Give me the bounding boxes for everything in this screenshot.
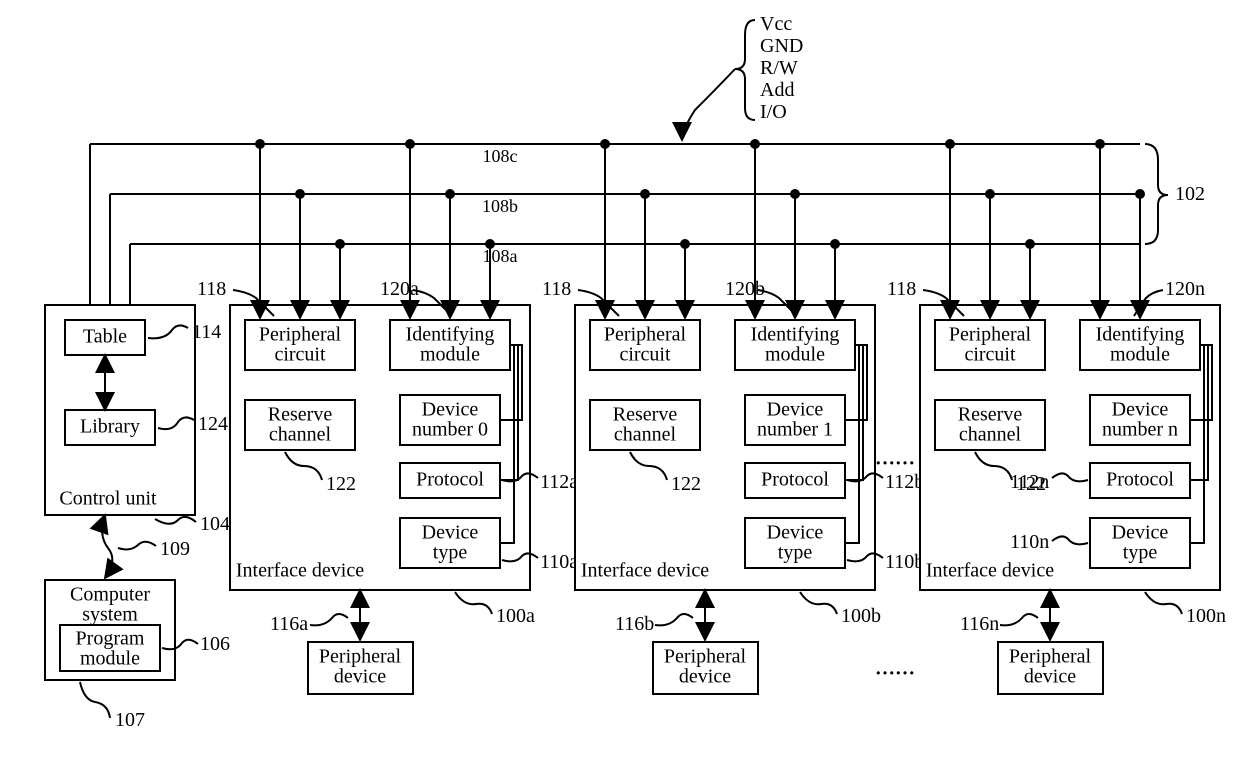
ref-120a: 120a [380,278,419,300]
svg-text:Peripheral: Peripheral [949,324,1032,346]
svg-text:116b: 116b [615,613,654,635]
signal-add: Add [760,79,794,101]
bus-102-label: 102 [1175,183,1205,205]
svg-text:110b: 110b [885,551,924,573]
svg-text:Interface device: Interface device [581,560,709,582]
svg-text:Protocol: Protocol [1106,469,1174,491]
svg-text:Device: Device [422,522,479,544]
svg-text:Device: Device [1112,522,1169,544]
ref-112a: 112a [540,471,578,493]
svg-text:device: device [679,666,731,688]
svg-text:100b: 100b [841,605,881,627]
svg-text:Interface device: Interface device [926,560,1054,582]
svg-text:Identifying: Identifying [406,324,495,346]
ref-116a: 116a [270,613,308,635]
signal-vcc: Vcc [760,13,792,35]
svg-text:channel: channel [269,424,332,446]
svg-text:device: device [334,666,386,688]
svg-text:device: device [1024,666,1076,688]
ellipsis-bottom: …… [875,658,915,680]
svg-text:type: type [433,542,468,564]
interface-device-0: Interface device Peripheral circuit Rese… [197,139,578,694]
svg-text:120b: 120b [725,278,765,300]
ellipsis-top: …… [875,448,915,470]
svg-text:118: 118 [542,278,571,300]
svg-text:type: type [778,542,813,564]
control-library-label: Library [80,416,140,438]
interface-title: Interface device [236,560,364,582]
program-module-label-1: Program [76,628,145,650]
ref-124: 124 [198,413,228,435]
svg-text:118: 118 [887,278,916,300]
svg-text:122: 122 [671,473,701,495]
svg-text:112n: 112n [1010,471,1049,493]
svg-text:Peripheral: Peripheral [319,646,402,668]
svg-text:Device: Device [1112,399,1169,421]
svg-text:110n: 110n [1010,531,1049,553]
interface-device-1: Interface device Peripheral circuit Rese… [542,139,924,694]
svg-text:100n: 100n [1186,605,1226,627]
protocol-label: Protocol [416,469,484,491]
ref-106: 106 [200,633,230,655]
svg-text:112b: 112b [885,471,924,493]
ref-109: 109 [160,538,190,560]
control-table-label: Table [83,326,127,348]
svg-text:Peripheral: Peripheral [664,646,747,668]
svg-text:Peripheral: Peripheral [604,324,687,346]
svg-text:Protocol: Protocol [761,469,829,491]
svg-text:Peripheral: Peripheral [1009,646,1092,668]
svg-text:120n: 120n [1165,278,1205,300]
svg-text:Identifying: Identifying [1096,324,1185,346]
svg-text:circuit: circuit [964,344,1016,366]
svg-text:channel: channel [959,424,1022,446]
svg-text:Device: Device [767,399,824,421]
devnum-1: number 1 [757,419,833,441]
ref-122: 122 [326,473,356,495]
bus-108c-label: 108c [483,146,518,166]
svg-text:Peripheral: Peripheral [259,324,342,346]
svg-text:Reserve: Reserve [268,404,333,426]
bus-108a-label: 108a [483,246,518,266]
signal-rw: R/W [760,57,798,79]
computer-system-label-2: system [82,604,138,626]
svg-text:116n: 116n [960,613,999,635]
bus-108b-label: 108b [482,196,518,216]
svg-text:type: type [1123,542,1158,564]
svg-text:Reserve: Reserve [613,404,678,426]
program-module-label-2: module [80,648,140,670]
ref-118: 118 [197,278,226,300]
svg-text:module: module [765,344,825,366]
computer-system: Computer system Program module [45,580,175,680]
svg-text:module: module [1110,344,1170,366]
ref-110a: 110a [540,551,578,573]
svg-text:circuit: circuit [619,344,671,366]
control-unit: Table Library Control unit [45,305,195,515]
svg-text:Identifying: Identifying [751,324,840,346]
signal-gnd: GND [760,35,803,57]
svg-text:Reserve: Reserve [958,404,1023,426]
ref-100a: 100a [496,605,535,627]
svg-text:Device: Device [767,522,824,544]
interface-device-n: Interface device Peripheral circuit Rese… [887,139,1226,694]
signal-io: I/O [760,101,787,123]
svg-text:channel: channel [614,424,677,446]
svg-text:circuit: circuit [274,344,326,366]
svg-text:module: module [420,344,480,366]
ref-107: 107 [115,709,145,731]
control-unit-label: Control unit [59,488,157,510]
ref-114: 114 [192,321,221,343]
svg-text:Device: Device [422,399,479,421]
ref-104: 104 [200,513,230,535]
devnum-n: number n [1102,419,1178,441]
computer-system-label-1: Computer [70,584,150,606]
devnum-0: number 0 [412,419,488,441]
